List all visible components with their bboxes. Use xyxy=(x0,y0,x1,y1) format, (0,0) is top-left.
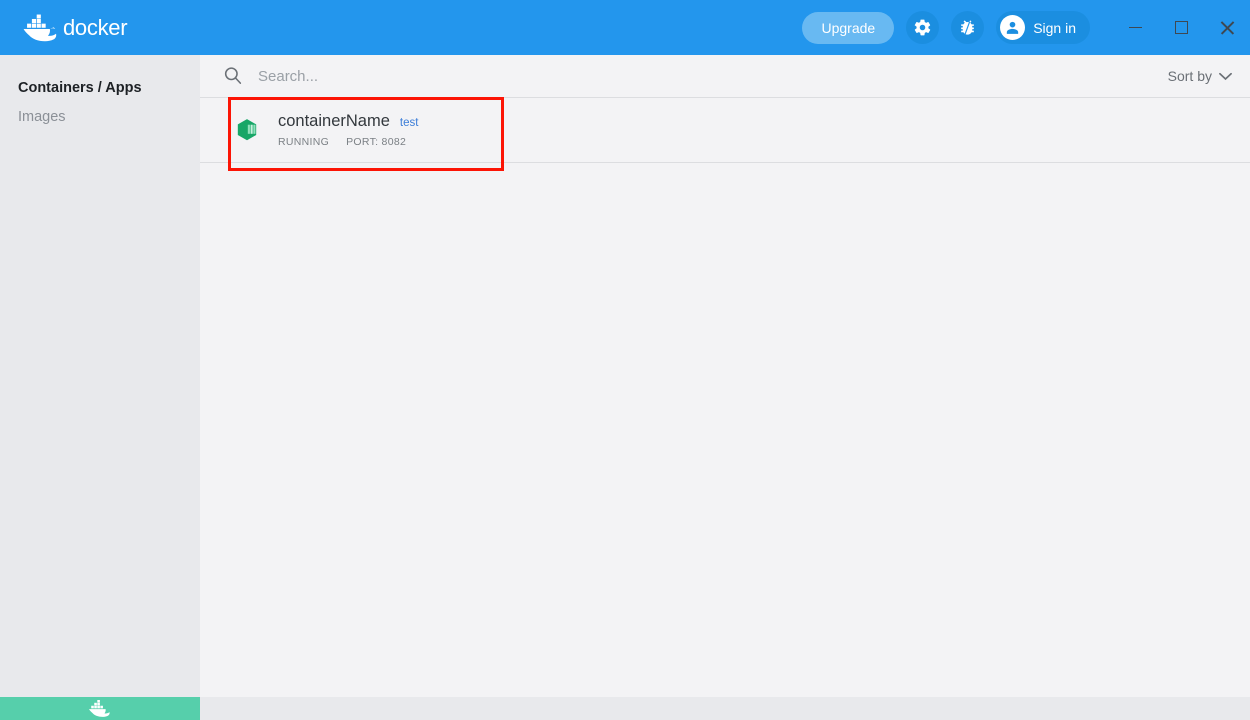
sign-in-label: Sign in xyxy=(1033,19,1076,36)
sort-by-label: Sort by xyxy=(1167,68,1212,84)
sidebar: Containers / Apps Images xyxy=(0,55,200,697)
row-meta: RUNNING PORT: 8082 xyxy=(278,136,418,148)
chevron-down-icon xyxy=(1219,72,1232,80)
user-circle-icon xyxy=(1000,15,1026,40)
brand-label: docker xyxy=(63,14,128,40)
sign-in-button[interactable]: Sign in xyxy=(996,11,1090,44)
close-icon xyxy=(1220,20,1235,35)
search-input[interactable] xyxy=(258,67,1168,85)
docker-whale-logo xyxy=(23,14,57,41)
docker-brand: docker xyxy=(22,0,128,55)
search-bar: Sort by xyxy=(200,55,1250,97)
search-icon[interactable] xyxy=(222,65,244,87)
sidebar-item-images[interactable]: Images xyxy=(0,102,200,131)
bottom-strip xyxy=(200,697,1250,720)
minimize-icon xyxy=(1128,26,1142,29)
sort-by-dropdown[interactable]: Sort by xyxy=(1168,68,1232,84)
gear-icon xyxy=(914,19,931,36)
container-status: RUNNING xyxy=(278,136,330,148)
user-silhouette-icon xyxy=(1007,21,1019,34)
titlebar-actions: Upgrade Sign in xyxy=(802,0,1090,55)
docker-whale-icon xyxy=(89,700,110,717)
window-controls xyxy=(1112,0,1250,55)
maximize-button[interactable] xyxy=(1158,0,1204,55)
container-tag[interactable]: test xyxy=(400,117,419,129)
close-button[interactable] xyxy=(1204,0,1250,55)
sidebar-item-containers-apps[interactable]: Containers / Apps xyxy=(0,73,200,102)
row-title-line: containerName test xyxy=(278,112,418,131)
sidebar-item-label: Containers / Apps xyxy=(18,79,142,96)
sidebar-item-label: Images xyxy=(18,108,66,125)
row-text: containerName test RUNNING PORT: 8082 xyxy=(278,112,418,148)
settings-button[interactable] xyxy=(906,11,940,44)
docker-desktop-window: docker Upgrade Sign in Containers / Apps… xyxy=(0,0,1250,720)
bug-icon xyxy=(961,20,975,35)
maximize-icon xyxy=(1174,21,1188,34)
main-content: Sort by containerName test xyxy=(200,55,1250,697)
container-port: PORT: 8082 xyxy=(346,136,407,148)
title-bar: docker Upgrade Sign in xyxy=(0,0,1250,55)
upgrade-button[interactable]: Upgrade xyxy=(802,11,895,44)
minimize-button[interactable] xyxy=(1112,0,1158,55)
status-bar[interactable] xyxy=(0,697,200,720)
container-box-icon xyxy=(237,119,257,141)
container-name: containerName xyxy=(278,112,390,130)
troubleshoot-button[interactable] xyxy=(951,11,985,44)
table-row[interactable]: containerName test RUNNING PORT: 8082 xyxy=(200,97,1250,171)
container-list: containerName test RUNNING PORT: 8082 xyxy=(200,97,1250,171)
